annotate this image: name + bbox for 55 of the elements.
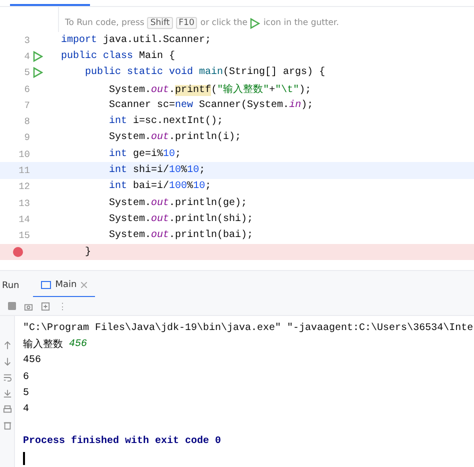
key-label: Shift [147,17,173,29]
code-line: System.out.println(bai); [108,230,254,242]
code-line: public class Main { [61,50,176,62]
hint-text: To Run code, press [65,18,144,28]
line-number: 15 [18,230,30,242]
code-line: int bai=i/100%10; [108,181,212,192]
add-icon[interactable] [41,302,50,310]
key-label: F10 [176,17,198,29]
line-number: 12 [18,181,30,192]
line-number: 11 [18,165,30,176]
down-arrow-icon[interactable] [2,357,12,366]
line-number: 9 [23,132,30,144]
line-number: 10 [18,148,30,160]
console-line: 4 [23,403,30,418]
run-panel-title: Run [2,281,20,291]
line-number: 8 [23,116,30,128]
console-line: 5 [23,386,30,401]
run-icon[interactable] [33,50,43,62]
console-line: 输入整数 456 [23,338,88,353]
code-line: System.out.println(ge); [108,198,248,209]
console-line: "C:\Program Files\Java\jdk-19\bin\java.exe" "-javaagent:C:\Users\36534\Inte [23,322,474,336]
code-line: int shi=i/10%10; [108,165,206,176]
code-line: int ge=i%10; [108,148,182,160]
window-icon [41,281,52,289]
hint-text: icon in the gutter. [263,18,339,28]
wrap-icon[interactable] [2,373,12,382]
trash-icon[interactable] [2,421,12,430]
up-arrow-icon[interactable] [2,341,12,350]
camera-icon[interactable] [24,302,33,310]
code-line: System.out.printf("输入整数"+"\t"); [108,82,312,96]
line-number: 6 [23,84,30,95]
run-icon[interactable] [250,18,260,28]
console-line: Process finished with exit code 0 [23,434,222,450]
run-icon[interactable] [33,67,43,78]
console-line: 456 [23,354,42,368]
code-line: Scanner sc=new Scanner(System.in); [108,100,314,111]
code-line: } [84,246,92,258]
line-number: 13 [18,198,30,209]
scroll-end-icon[interactable] [2,389,12,398]
line-number: 5 [23,67,30,78]
hint-text: or click the [200,18,248,28]
text-cursor [23,452,24,466]
code-line: import java.util.Scanner; [61,34,212,46]
line-number: 7 [23,100,30,111]
console-line: 6 [23,370,30,385]
line-number: 14 [18,214,30,225]
line-number: 3 [23,34,30,46]
code-line: System.out.println(i); [108,132,242,144]
breakpoint-icon[interactable] [13,247,23,257]
print-icon[interactable] [2,405,12,414]
close-icon[interactable] [80,282,87,288]
code-line: public static void main(String[] args) { [84,67,326,78]
code-line: System.out.println(shi); [108,214,254,225]
code-line: int i=sc.nextInt(); [108,116,224,128]
line-number: 4 [23,50,30,62]
